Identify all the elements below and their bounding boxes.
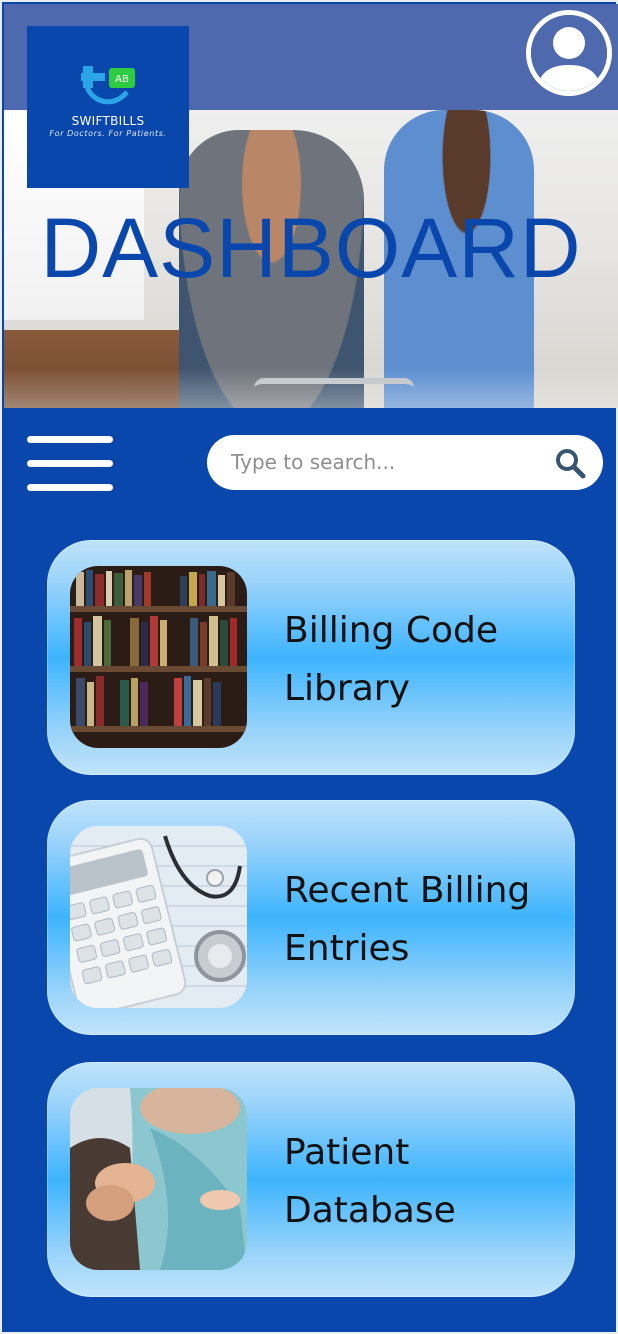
bookshelf-illustration	[70, 566, 247, 748]
profile-avatar[interactable]	[526, 10, 612, 96]
logo-tagline: For Doctors. For Patients.	[49, 129, 167, 138]
swiftbills-logo[interactable]: AB SWIFTBILLS For Doctors. For Patients.	[27, 26, 189, 188]
menu-line	[27, 460, 113, 467]
holding-hands-image	[70, 1088, 247, 1270]
bookshelf-image	[70, 566, 247, 748]
card-label: Patient Database	[284, 1132, 456, 1231]
user-circle-icon	[531, 15, 607, 91]
calculator-illustration	[70, 826, 247, 1008]
card-label: Recent Billing Entries	[284, 870, 531, 969]
menu-line	[27, 484, 113, 491]
logo-badge: AB	[115, 74, 129, 85]
calculator-stethoscope-image	[70, 826, 247, 1008]
card-patient-database[interactable]: Patient Database	[47, 1062, 575, 1297]
dashboard-screen: AB SWIFTBILLS For Doctors. For Patients.…	[0, 0, 618, 1334]
card-recent-billing-entries[interactable]: Recent Billing Entries	[47, 800, 575, 1035]
hamburger-menu-icon[interactable]	[27, 436, 113, 492]
holding-hands-illustration	[70, 1088, 247, 1270]
search-icon[interactable]	[553, 446, 587, 480]
page-title: DASHBOARD	[40, 201, 582, 295]
card-label: Billing Code Library	[284, 610, 498, 709]
menu-line	[27, 436, 113, 443]
search-bar	[207, 435, 603, 490]
logo-name: SWIFTBILLS	[71, 114, 145, 128]
search-input[interactable]	[231, 445, 531, 479]
hero-glow	[4, 368, 618, 408]
logo-mark-icon: AB	[81, 66, 135, 105]
card-billing-code-library[interactable]: Billing Code Library	[47, 540, 575, 775]
